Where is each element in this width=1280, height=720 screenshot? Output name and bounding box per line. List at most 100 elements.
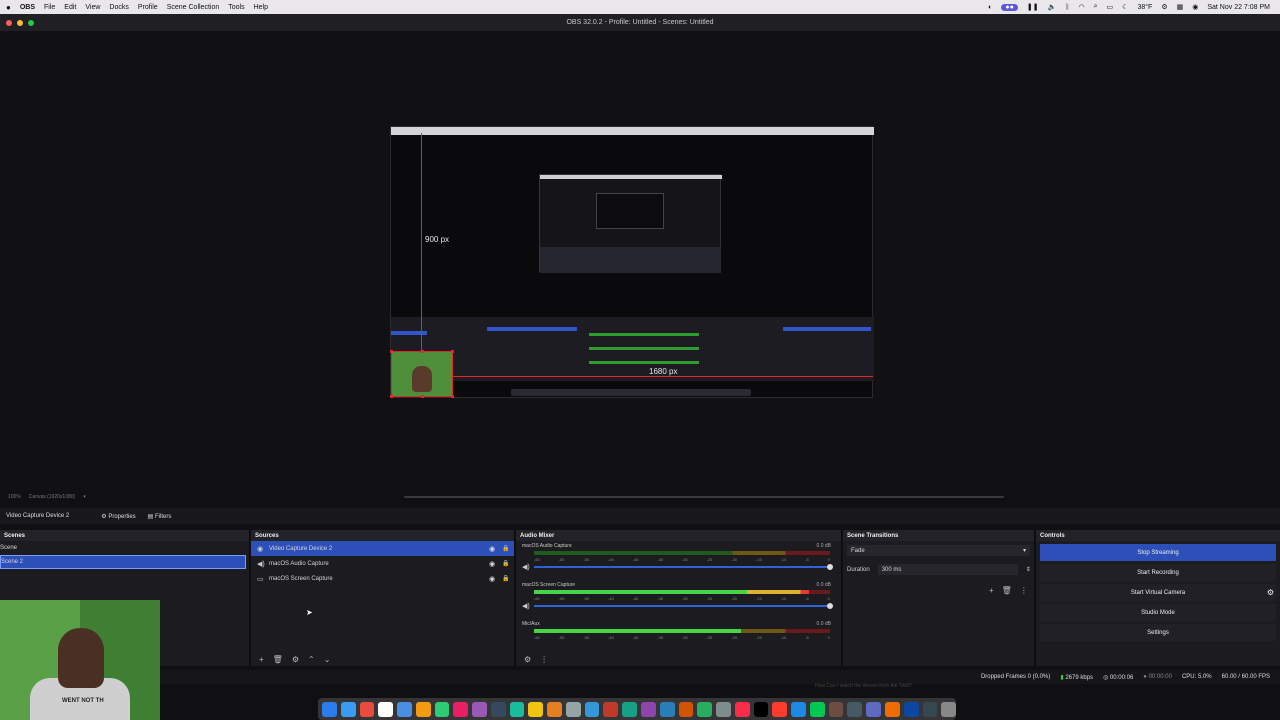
transition-select[interactable]: Fade ▾ [847,545,1030,556]
mixer-menu-icon[interactable]: ⋮ [540,655,548,664]
dock-app-icon[interactable] [828,701,844,717]
wifi-icon[interactable]: ◠ [1079,3,1085,11]
moon-icon[interactable]: ☾ [1122,3,1128,11]
status-app-icon[interactable]: ◐ [988,4,992,11]
properties-button[interactable]: ⚙ Properties [95,511,141,522]
dock-app-icon[interactable] [472,701,487,717]
add-source-icon[interactable]: + [259,655,264,664]
menu-docks[interactable]: Docks [109,4,128,11]
dock-app-icon[interactable] [716,701,731,717]
transition-menu-icon[interactable]: ⋮ [1020,586,1028,595]
bluetooth-icon[interactable]: ᛒ [1065,4,1069,11]
duration-stepper-icon[interactable]: ⇕ [1026,566,1031,573]
stop-streaming-button[interactable]: Stop Streaming [1040,544,1276,561]
dock-app-icon[interactable] [922,701,938,717]
speaker-icon[interactable]: ◀) [522,563,530,571]
dock-app-icon[interactable] [322,701,337,717]
speaker-icon[interactable]: ◀) [522,602,530,610]
dock-app-icon[interactable] [397,701,412,717]
scene-item-scene-2[interactable]: Scene 2 [0,555,246,569]
lock-icon[interactable]: 🔒 [502,560,509,567]
dock-app-icon[interactable] [847,701,863,717]
minimize-window-icon[interactable] [17,19,23,26]
dock-app-icon[interactable] [622,701,638,717]
preview-horizontal-scrollbar[interactable] [404,496,1004,498]
visibility-eye-icon[interactable]: ◉ [489,545,495,553]
visibility-eye-icon[interactable]: ◉ [489,560,495,568]
dock-app-icon[interactable] [453,701,469,717]
source-item-screen-capture[interactable]: ▭ macOS Screen Capture ◉ 🔒 [251,571,514,586]
volume-icon[interactable]: 🔈 [1048,3,1057,11]
dock-app-icon[interactable] [734,701,750,717]
weather-temp[interactable]: 38°F [1137,4,1152,11]
move-down-icon[interactable]: ⌄ [324,655,331,664]
webcam-source-selected[interactable] [390,350,454,398]
menu-scene-collection[interactable]: Scene Collection [167,4,220,11]
source-properties-gear-icon[interactable]: ⚙ [292,655,299,664]
dock-app-icon[interactable] [678,701,694,717]
dock-app-icon[interactable] [434,701,450,717]
remove-transition-icon[interactable]: 🗑 [1002,586,1012,595]
dock-app-icon[interactable] [378,701,394,717]
grid-icon[interactable]: ▦ [1177,3,1184,11]
menu-app-name[interactable]: OBS [20,4,35,11]
menu-edit[interactable]: Edit [64,4,76,11]
start-virtual-camera-button[interactable]: Start Virtual Camera ⚙ [1040,584,1276,601]
menu-view[interactable]: View [85,4,100,11]
settings-button[interactable]: Settings [1040,624,1276,641]
dock-app-icon[interactable] [884,701,900,717]
dock-app-icon[interactable] [659,701,675,717]
studio-mode-button[interactable]: Studio Mode [1040,604,1276,621]
dock-app-icon[interactable] [697,701,713,717]
visibility-eye-icon[interactable]: ◉ [489,575,495,583]
dock-app-icon[interactable] [903,701,919,717]
dock-app-icon[interactable] [359,701,375,717]
control-center-icon[interactable]: ⚙ [1161,3,1167,11]
program-preview[interactable]: 900 px 1680 px [390,126,874,398]
add-transition-icon[interactable]: + [989,586,994,595]
dock-app-icon[interactable] [584,701,600,717]
dock-app-icon[interactable] [641,701,656,717]
volume-slider[interactable] [534,564,833,570]
filters-button[interactable]: ▤ Filters [142,511,178,522]
mixer-settings-icon[interactable]: ⚙ [524,655,531,664]
scene-item-scene[interactable]: Scene [0,541,249,555]
pause-icon[interactable]: ❚❚ [1027,3,1039,11]
dock-app-icon[interactable] [509,701,525,717]
dock-app-icon[interactable] [941,701,957,717]
duration-input[interactable]: 300 ms [877,564,1018,575]
battery-icon[interactable]: ▭ [1107,3,1114,11]
dock-app-icon[interactable] [528,701,544,717]
dock-app-icon[interactable] [809,701,825,717]
menu-tools[interactable]: Tools [228,4,244,11]
lock-icon[interactable]: 🔒 [502,545,509,552]
dock-app-icon[interactable] [490,701,506,717]
dock-app-icon[interactable] [547,701,562,717]
zoom-window-icon[interactable] [28,19,34,26]
virtual-camera-gear-icon[interactable]: ⚙ [1267,588,1274,597]
chevron-down-icon[interactable]: ▾ [83,494,86,500]
canvas-size-label[interactable]: Canvas (1920x1080) [29,494,75,500]
live-indicator-icon[interactable]: ●● [1001,3,1018,11]
start-recording-button[interactable]: Start Recording [1040,564,1276,581]
dock-app-icon[interactable] [603,701,619,717]
menu-help[interactable]: Help [254,4,268,11]
move-up-icon[interactable]: ⌃ [308,655,315,664]
source-item-video-capture[interactable]: ◉ Video Capture Device 2 ◉ 🔒 [251,541,514,556]
close-window-icon[interactable] [6,19,12,26]
dock-app-icon[interactable] [866,701,881,717]
source-item-audio-capture[interactable]: ◀) macOS Audio Capture ◉ 🔒 [251,556,514,571]
dock-app-icon[interactable] [791,701,806,717]
zoom-level[interactable]: 100% [8,494,21,500]
siri-icon[interactable]: ◉ [1192,3,1198,11]
dock-app-icon[interactable] [415,701,431,717]
search-icon[interactable]: ⌕ [1094,3,1098,11]
lock-icon[interactable]: 🔒 [502,575,509,582]
menu-file[interactable]: File [44,4,55,11]
dock-app-icon[interactable] [565,701,581,717]
dock-app-icon[interactable] [340,701,356,717]
remove-source-icon[interactable]: 🗑 [273,655,283,664]
dock-app-icon[interactable] [772,701,788,717]
dock-app-icon[interactable] [753,701,769,717]
apple-icon[interactable]: ● [6,3,11,12]
